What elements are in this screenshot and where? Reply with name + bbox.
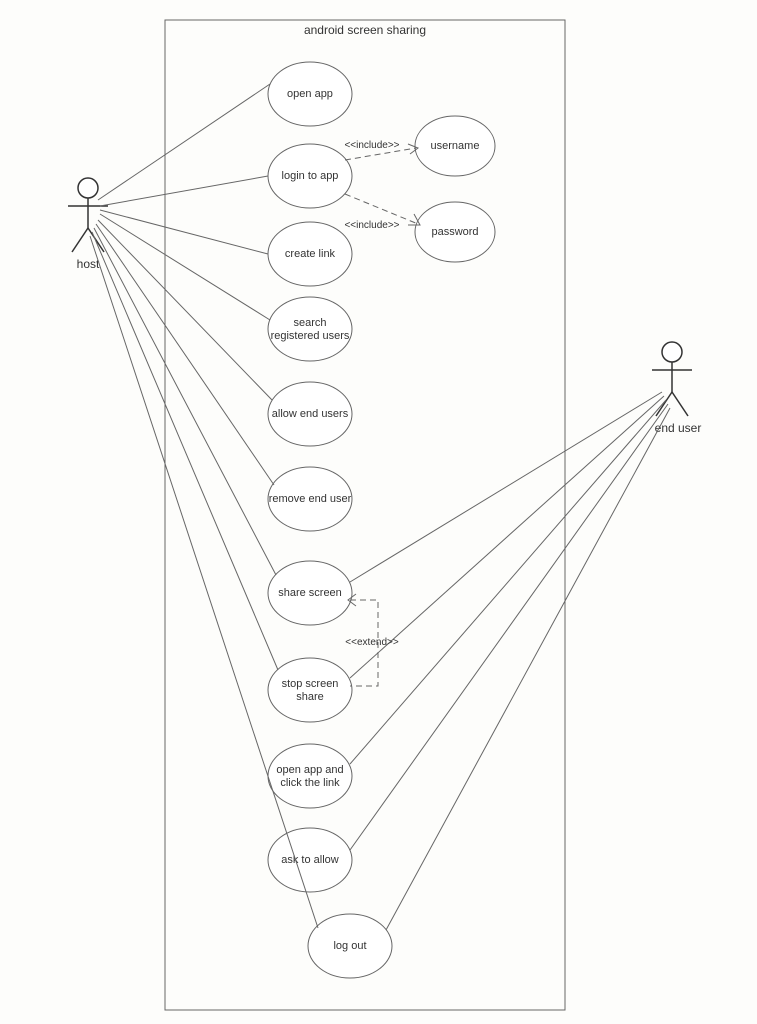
assoc-enduser-ask [350, 404, 668, 850]
svg-text:password: password [431, 226, 478, 238]
usecase-stop-share: stop screen share [268, 658, 352, 722]
svg-text:create link: create link [285, 248, 336, 260]
extend-stop-share: <<extend>> [345, 594, 399, 686]
system-title: android screen sharing [304, 23, 426, 37]
usecase-create-link: create link [268, 222, 352, 286]
assoc-host-remove [96, 224, 274, 485]
actor-host-label: host [77, 257, 100, 271]
assoc-enduser-stopshare [350, 396, 664, 678]
system-boundary [165, 20, 565, 1010]
svg-text:click the link: click the link [280, 777, 340, 789]
assoc-host-login [100, 176, 268, 206]
usecase-logout: log out [308, 914, 392, 978]
usecase-search-users: search registered users [268, 297, 352, 361]
svg-text:<<include>>: <<include>> [344, 140, 399, 151]
usecase-login: login to app [268, 144, 352, 208]
assoc-enduser-openclick [350, 400, 666, 764]
include-login-password: <<include>> [344, 194, 420, 231]
svg-text:<<include>>: <<include>> [344, 220, 399, 231]
assoc-enduser-logout [386, 408, 670, 930]
actor-enduser: end user [652, 342, 701, 435]
svg-text:<<extend>>: <<extend>> [345, 637, 399, 648]
svg-text:login to app: login to app [282, 170, 339, 182]
svg-text:username: username [431, 140, 480, 152]
usecase-share-screen: share screen [268, 561, 352, 625]
assoc-host-stopshare [92, 232, 278, 670]
svg-text:search: search [293, 317, 326, 329]
svg-text:allow end users: allow end users [272, 408, 349, 420]
usecase-ask-allow: ask to allow [268, 828, 352, 892]
svg-text:log out: log out [333, 940, 366, 952]
use-case-diagram: android screen sharing host end user ope… [0, 0, 757, 1024]
svg-text:share screen: share screen [278, 587, 342, 599]
usecase-open-click-link: open app and click the link [268, 744, 352, 808]
svg-text:remove end user: remove end user [269, 493, 352, 505]
svg-text:share: share [296, 691, 324, 703]
usecase-remove-end-user: remove end user [268, 467, 352, 531]
svg-text:open app: open app [287, 88, 333, 100]
svg-text:stop screen: stop screen [282, 678, 339, 690]
usecase-allow-end-users: allow end users [268, 382, 352, 446]
svg-text:ask to allow: ask to allow [281, 854, 339, 866]
usecase-open-app: open app [268, 62, 352, 126]
assoc-host-openapp [98, 84, 270, 200]
usecase-username: username [415, 116, 495, 176]
assoc-host-createlink [100, 210, 268, 254]
assoc-enduser-share [350, 392, 662, 582]
svg-text:registered users: registered users [271, 330, 350, 342]
svg-text:open app and: open app and [276, 764, 343, 776]
usecase-password: password [415, 202, 495, 262]
include-login-username: <<include>> [344, 140, 418, 160]
assoc-host-allow [98, 220, 272, 400]
